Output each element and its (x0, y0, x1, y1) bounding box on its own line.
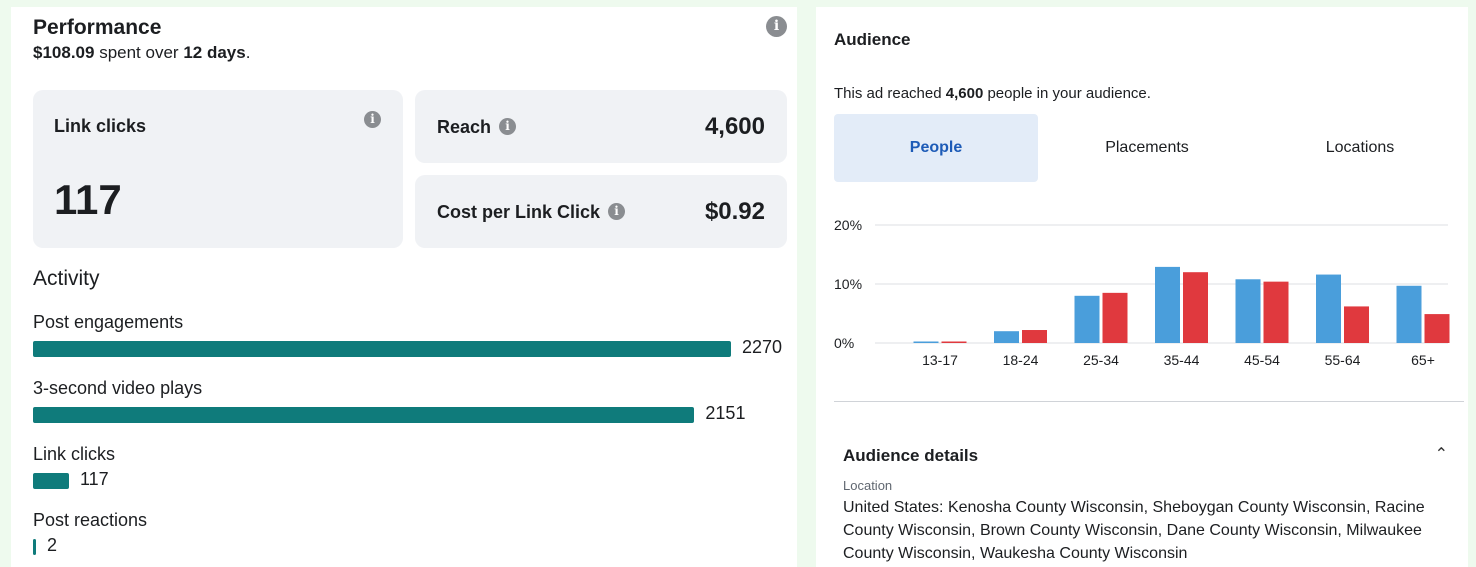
info-icon[interactable]: i (766, 16, 787, 37)
x-tick-label: 13-17 (922, 352, 958, 368)
spent-over-text: spent over (99, 43, 179, 62)
reach-label: Reach i (437, 117, 517, 138)
activity-label: Link clicks (33, 444, 116, 464)
activity-bar (33, 473, 69, 489)
age-gender-chart: 0% 10% 20% 13-17 18-24 25-34 35-44 45-54 55-64 65… (834, 217, 1450, 368)
reach-count: 4,600 (945, 85, 984, 102)
tab-placements[interactable]: Placements (1045, 114, 1249, 182)
link-clicks-value: 117 (54, 176, 122, 223)
link-clicks-card: Link clicks i 117 (33, 90, 403, 248)
info-icon[interactable]: i (499, 118, 517, 135)
activity-item: Link clicks 117 (33, 443, 793, 509)
activity-list: Post engagements 2270 3-second video pla… (33, 311, 793, 567)
activity-label: Post engagements (33, 312, 184, 332)
activity-label: 3-second video plays (33, 378, 203, 398)
chart-bar (1316, 274, 1341, 343)
audience-details-title: Audience details (843, 446, 979, 465)
chart-bar (913, 341, 939, 343)
x-tick-label: 55-64 (1325, 352, 1361, 368)
reach-label-text: Reach (437, 117, 492, 137)
activity-title: Activity (33, 267, 100, 290)
x-tick-label: 35-44 (1164, 352, 1200, 368)
reach-prefix: This ad reached (834, 85, 942, 102)
chart-bar (1022, 330, 1047, 343)
y-tick-label: 20% (834, 217, 862, 233)
reach-value: 4,600 (704, 113, 765, 140)
cost-per-link-click-label-text: Cost per Link Click (437, 202, 601, 222)
cost-per-link-click-label: Cost per Link Click i (437, 202, 626, 223)
tab-people[interactable]: People (834, 114, 1038, 182)
y-tick-label: 10% (834, 276, 862, 292)
activity-item: Post reactions 2 (33, 509, 793, 567)
chart-bar (1344, 306, 1369, 343)
activity-bar (33, 407, 695, 423)
activity-value: 2270 (742, 337, 783, 357)
period: . (245, 43, 251, 62)
link-clicks-label: Link clicks (54, 116, 147, 136)
performance-summary: $108.09 spent over 12 days. (33, 43, 250, 63)
performance-panel: Performance $108.09 spent over 12 days. … (11, 7, 797, 567)
activity-label: Post reactions (33, 510, 148, 530)
chart-bar (1396, 285, 1422, 343)
info-icon[interactable]: i (608, 203, 626, 220)
cost-per-link-click-value: $0.92 (704, 198, 765, 225)
chart-bar (994, 331, 1019, 343)
x-tick-label: 65+ (1411, 352, 1435, 368)
chart-bar (1183, 272, 1208, 343)
activity-bar (33, 341, 731, 357)
days-count: 12 days (183, 43, 246, 62)
audience-tabs: People Placements Locations (834, 114, 1464, 182)
chart-bar (1074, 295, 1100, 343)
tab-locations[interactable]: Locations (1258, 114, 1462, 182)
activity-value: 117 (79, 469, 109, 489)
activity-value: 2 (47, 535, 58, 555)
reach-card: Reach i 4,600 (415, 90, 787, 163)
activity-value: 2151 (705, 403, 746, 423)
audience-title: Audience (834, 30, 911, 49)
chevron-up-icon[interactable]: ⌃ (1435, 444, 1448, 464)
cost-per-link-click-card: Cost per Link Click i $0.92 (415, 175, 787, 248)
activity-item: 3-second video plays 2151 (33, 377, 793, 443)
performance-title: Performance (33, 16, 162, 39)
chart-bar (1424, 314, 1450, 343)
x-tick-label: 25-34 (1083, 352, 1119, 368)
x-tick-label: 45-54 (1244, 352, 1280, 368)
chart-bar (1263, 281, 1289, 343)
location-label: Location (843, 478, 893, 493)
activity-item: Post engagements 2270 (33, 311, 793, 377)
amount-spent: $108.09 (33, 43, 95, 62)
info-icon[interactable]: i (364, 111, 381, 128)
x-tick-label: 18-24 (1003, 352, 1039, 368)
divider (834, 401, 1464, 402)
chart-bar (1235, 279, 1261, 343)
chart-bar (941, 341, 967, 343)
chart-bar (1155, 266, 1180, 343)
chart-bar (1102, 292, 1128, 343)
audience-panel: Audience This ad reached 4,600 people in… (816, 7, 1468, 567)
location-text: United States: Kenosha County Wisconsin,… (843, 499, 1425, 562)
reach-suffix: people in your audience. (987, 85, 1151, 102)
audience-reach-text: This ad reached 4,600 people in your aud… (834, 85, 1151, 102)
activity-bar (33, 539, 36, 555)
y-tick-label: 0% (834, 335, 854, 351)
